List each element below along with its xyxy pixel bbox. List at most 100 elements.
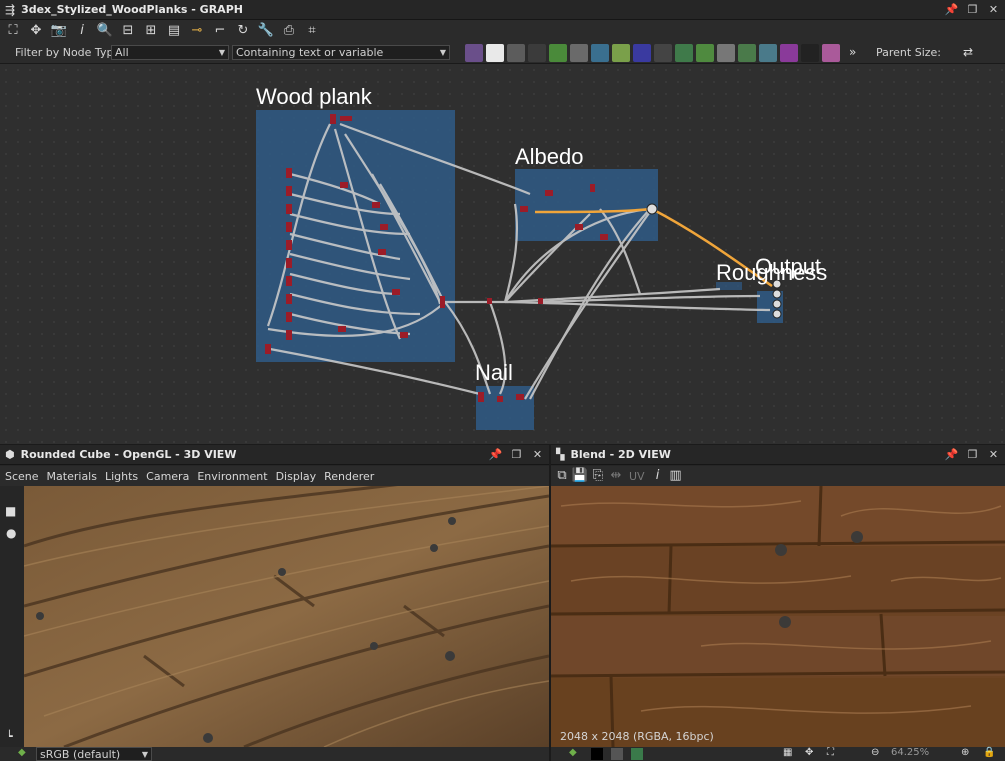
link-settings-icon[interactable]: ⇄ [963, 45, 973, 59]
camera-icon[interactable]: 📷 [50, 22, 68, 40]
histogram-node-icon[interactable] [759, 44, 777, 62]
pin-icon[interactable]: 📌 [944, 2, 959, 17]
search-icon[interactable]: 🔍 [96, 22, 114, 40]
frame-nail[interactable] [476, 386, 534, 430]
bitmap-node-icon[interactable] [465, 44, 483, 62]
transform-node-icon[interactable] [591, 44, 609, 62]
light-bulb-icon[interactable]: ● [6, 526, 16, 540]
levels-node-icon[interactable] [507, 44, 525, 62]
layers-icon[interactable]: ◆ [569, 747, 577, 758]
histogram-icon[interactable]: ▥ [667, 467, 685, 485]
refresh-icon[interactable]: ↻ [234, 22, 252, 40]
hsl-node-icon[interactable] [780, 44, 798, 62]
info-icon[interactable]: i [73, 22, 91, 40]
distance-node-icon[interactable] [822, 44, 840, 62]
node-graph [256, 110, 783, 430]
color-swatch-icon[interactable] [631, 748, 643, 760]
maximize-icon[interactable]: ❐ [509, 447, 524, 462]
search-input[interactable]: Containing text or variable ▼ [232, 45, 450, 60]
tiling-icon[interactable]: ⇹ [607, 467, 625, 485]
frame-icon[interactable]: ▤ [165, 22, 183, 40]
blend-node-icon[interactable] [738, 44, 756, 62]
close-icon[interactable]: ✕ [530, 447, 545, 462]
copy-icon[interactable]: ⎘ [589, 467, 607, 485]
frame-label-wood-plank: Wood plank [256, 84, 372, 109]
pin-icon[interactable]: 📌 [488, 447, 503, 462]
view2d-viewport[interactable] [551, 486, 1005, 747]
menu-camera[interactable]: Camera [146, 470, 189, 483]
noise-node-icon[interactable] [801, 44, 819, 62]
checker-icon: ▚ [556, 448, 565, 461]
colorspace-select[interactable]: sRGB (default) ▼ [36, 747, 152, 761]
close-icon[interactable]: ✕ [986, 2, 1001, 17]
graph-menu-icon[interactable]: ⇶ [5, 3, 15, 17]
value-processor-icon[interactable] [696, 44, 714, 62]
zoom-value[interactable]: 64.25% [891, 747, 929, 758]
view-options-icon[interactable]: ⧉ [553, 467, 571, 485]
maximize-icon[interactable]: ❐ [965, 2, 980, 17]
view3d-viewport[interactable] [24, 486, 549, 747]
fit-icon[interactable]: ⛶ [827, 747, 834, 758]
resolution-label: 2048 x 2048 (RGBA, 16bpc) [560, 730, 714, 743]
menu-lights[interactable]: Lights [105, 470, 138, 483]
fxmap-node-icon[interactable] [654, 44, 672, 62]
chevron-down-icon: ▼ [218, 48, 225, 57]
pixel-processor-icon[interactable] [675, 44, 693, 62]
uniform-color-node-icon[interactable] [486, 44, 504, 62]
graph-canvas[interactable]: Wood plank Albedo Nail Roughness Output [0, 64, 1005, 444]
chevron-down-icon: ▼ [141, 750, 148, 759]
axis-icon[interactable]: ┕ [6, 730, 13, 743]
graph-titlebar: ⇶ 3dex_Stylized_WoodPlanks - GRAPH 📌 ❐ ✕ [0, 0, 1005, 20]
export-icon[interactable]: ⎙ [280, 22, 298, 40]
align-icon[interactable]: ⊞ [142, 22, 160, 40]
maximize-icon[interactable]: ❐ [965, 447, 980, 462]
lock-icon[interactable]: 🔒 [983, 747, 995, 758]
uv-toggle[interactable]: UV [629, 470, 645, 483]
view2d-panel: ▚ Blend - 2D VIEW 📌 ❐ ✕ ⧉ 💾 ⎘ ⇹ UV i ▥ 2… [551, 445, 1005, 761]
zoom-out-icon[interactable]: ⊖ [871, 747, 879, 758]
filter-node-type-select[interactable]: All ▼ [111, 45, 229, 60]
menu-display[interactable]: Display [276, 470, 317, 483]
view2d-titlebar: ▚ Blend - 2D VIEW 📌 ❐ ✕ [551, 445, 1005, 465]
switch-node-icon[interactable] [717, 44, 735, 62]
node-layout-icon[interactable]: ⊟ [119, 22, 137, 40]
close-icon[interactable]: ✕ [986, 447, 1001, 462]
cube-icon: ⬢ [5, 448, 15, 461]
info-icon[interactable]: i [649, 467, 667, 485]
gradient-node-icon[interactable] [612, 44, 630, 62]
crop-icon[interactable]: ⌗ [303, 22, 321, 40]
paint-node-icon[interactable] [570, 44, 588, 62]
pin-icon[interactable]: 📌 [944, 447, 959, 462]
parent-size-label[interactable]: Parent Size: [876, 46, 941, 59]
filter-toolbar: Filter by Node Type All ▼ Containing tex… [0, 42, 1005, 64]
link-icon[interactable]: ⊸ [188, 22, 206, 40]
graph-title: 3dex_Stylized_WoodPlanks - GRAPH [21, 3, 243, 16]
zoom-in-icon[interactable]: ⊕ [961, 747, 969, 758]
warp-node-icon[interactable] [633, 44, 651, 62]
shuffle-node-icon[interactable] [528, 44, 546, 62]
chevron-down-icon: ▼ [439, 48, 446, 57]
save-icon[interactable]: 💾 [571, 467, 589, 485]
frame-label-albedo: Albedo [515, 144, 584, 169]
albedo-output-pin[interactable] [646, 203, 658, 215]
menu-environment[interactable]: Environment [197, 470, 267, 483]
frame-wood-plank[interactable] [256, 110, 455, 362]
menu-materials[interactable]: Materials [47, 470, 97, 483]
wood-render-3d [24, 486, 549, 747]
connection-style-icon[interactable]: ⌐ [211, 22, 229, 40]
black-swatch-icon[interactable] [591, 748, 603, 760]
colorspace-value: sRGB (default) [40, 748, 121, 761]
menu-renderer[interactable]: Renderer [324, 470, 374, 483]
video-camera-icon[interactable]: ■ [5, 504, 16, 518]
grid-icon[interactable]: ▦ [783, 747, 792, 758]
more-tools-button[interactable]: » [849, 45, 856, 59]
pan-icon[interactable]: ✥ [805, 747, 813, 758]
curve-node-icon[interactable] [549, 44, 567, 62]
layers-icon[interactable]: ◆ [18, 747, 26, 758]
pan-icon[interactable]: ✥ [27, 22, 45, 40]
wrench-icon[interactable]: 🔧 [257, 22, 275, 40]
view2d-title: Blend - 2D VIEW [570, 448, 671, 461]
menu-scene[interactable]: Scene [5, 470, 39, 483]
gray-swatch-icon[interactable] [611, 748, 623, 760]
frame-all-icon[interactable]: ⛶ [4, 22, 22, 40]
